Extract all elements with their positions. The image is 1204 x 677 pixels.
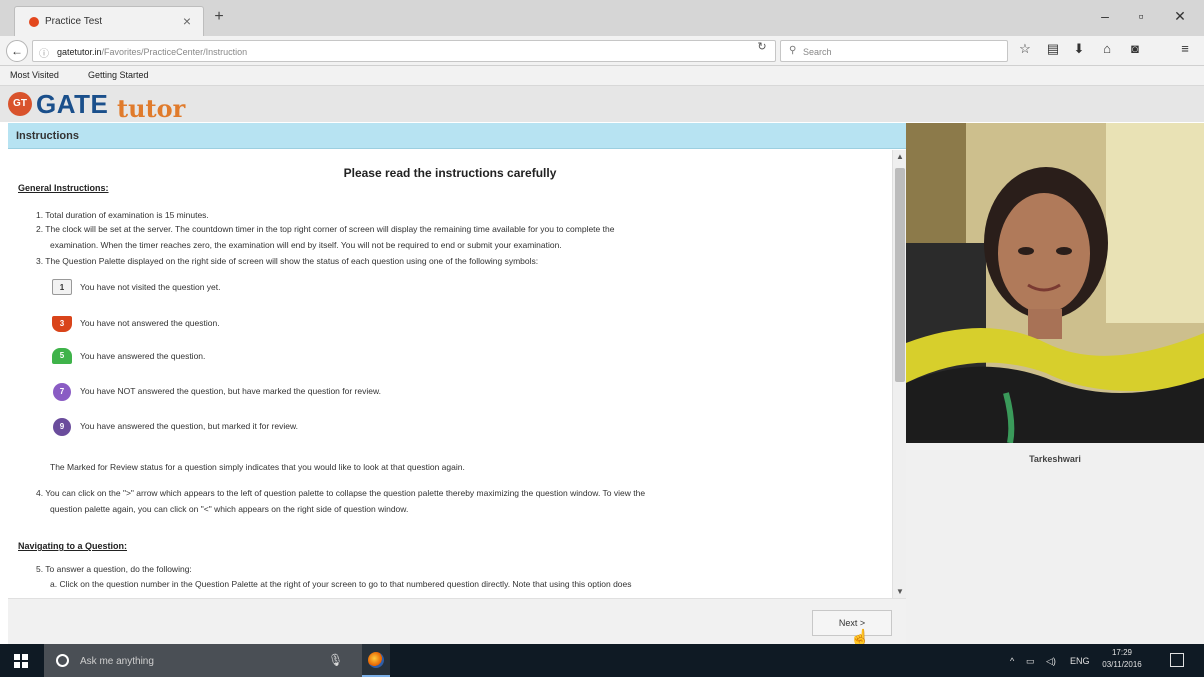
site-header: GT GATE tutor — [0, 86, 1204, 123]
pocket-icon[interactable]: ◙ — [1126, 41, 1144, 56]
marked-not-answered-text: You have NOT answered the question, but … — [80, 386, 381, 396]
scrollbar-thumb[interactable] — [895, 168, 905, 382]
notification-icon[interactable] — [1170, 653, 1184, 667]
back-button[interactable]: ← — [6, 40, 28, 62]
tab-favicon-icon — [29, 17, 39, 27]
maximize-button[interactable]: ▫ — [1131, 8, 1151, 24]
volume-icon[interactable]: ◁) — [1046, 656, 1056, 667]
library-icon[interactable]: ▤ — [1044, 41, 1062, 57]
not-visited-text: You have not visited the question yet. — [80, 282, 221, 292]
instructions-content: Please read the instructions carefully G… — [8, 150, 892, 598]
answered-marked-text: You have answered the question, but mark… — [80, 421, 298, 431]
not-visited-symbol: 1 — [52, 279, 72, 295]
instruction-5: 5. To answer a question, do the followin… — [36, 564, 192, 574]
navigating-title: Navigating to a Question: — [18, 541, 128, 551]
new-tab-button[interactable]: + — [210, 8, 228, 26]
logo-gate: GATE — [36, 89, 109, 119]
bookmark-star-icon[interactable]: ☆ — [1016, 41, 1034, 57]
close-window-button[interactable]: ✕ — [1170, 8, 1190, 25]
instruction-4a: 4. You can click on the ">" arrow which … — [36, 488, 646, 498]
instruction-2a: 2. The clock will be set at the server. … — [36, 224, 615, 234]
clock-time: 17:29 — [1111, 648, 1133, 657]
microphone-icon[interactable]: 🎙 — [328, 653, 343, 667]
menu-icon[interactable]: ≡ — [1176, 41, 1194, 56]
instruction-3: 3. The Question Palette displayed on the… — [36, 256, 539, 266]
windows-start-icon[interactable] — [14, 654, 28, 670]
instruction-2b: examination. When the timer reaches zero… — [50, 240, 562, 250]
candidate-photo — [906, 123, 1204, 443]
answered-text: You have answered the question. — [80, 351, 206, 361]
url-text: gatetutor.in/Favorites/PracticeCenter/In… — [57, 47, 248, 57]
marked-not-answered-symbol: 7 — [53, 383, 71, 401]
scroll-up-icon[interactable]: ▲ — [896, 152, 904, 161]
network-icon[interactable]: ▭ — [1026, 656, 1035, 667]
firefox-taskbar-button[interactable] — [362, 644, 390, 677]
search-input[interactable]: ⚲ Search — [780, 40, 1008, 62]
not-answered-text: You have not answered the question. — [80, 318, 220, 328]
language-indicator[interactable]: ENG — [1070, 656, 1090, 666]
bookmark-most-visited[interactable]: Most Visited — [10, 70, 59, 80]
clock-date: 03/11/2016 — [1102, 660, 1142, 669]
tab-practice-test[interactable]: Practice Test × — [14, 6, 204, 36]
minimize-button[interactable]: – — [1095, 8, 1115, 24]
cortana-placeholder: Ask me anything — [80, 656, 154, 667]
system-clock[interactable]: 17:29 03/11/2016 — [1102, 647, 1142, 671]
logo-badge: GT — [8, 92, 32, 116]
firefox-icon — [368, 652, 384, 668]
instructions-title: Instructions — [16, 130, 79, 142]
windows-taskbar: Ask me anything 🎙 ^ ▭ ◁) ENG 17:29 03/11… — [0, 644, 1204, 677]
candidate-name: Tarkeshwari — [1029, 454, 1081, 464]
instruction-1: 1. Total duration of examination is 15 m… — [36, 210, 209, 220]
show-hidden-icons[interactable]: ^ — [1010, 656, 1014, 666]
home-icon[interactable]: ⌂ — [1098, 41, 1116, 56]
url-bar[interactable]: ⓘ gatetutor.in/Favorites/PracticeCenter/… — [32, 40, 776, 62]
logo-tutor: tutor — [117, 94, 186, 123]
info-icon[interactable]: ⓘ — [39, 45, 49, 60]
download-icon[interactable]: ⬇ — [1070, 41, 1088, 57]
instructions-header: Instructions — [8, 123, 906, 149]
general-instructions-title: General Instructions: — [18, 183, 109, 193]
tab-title: Practice Test — [45, 16, 103, 27]
not-answered-symbol: 3 — [52, 316, 72, 332]
search-placeholder: Search — [803, 47, 832, 57]
search-icon: ⚲ — [789, 45, 797, 56]
tab-close-icon[interactable]: × — [183, 13, 191, 29]
footer-bar — [8, 598, 906, 644]
answered-marked-symbol: 9 — [53, 418, 71, 436]
scroll-down-icon[interactable]: ▼ — [896, 587, 904, 596]
page-heading: Please read the instructions carefully — [343, 166, 557, 180]
bookmarks-bar: Most Visited Getting Started — [0, 66, 1204, 86]
bookmark-getting-started[interactable]: Getting Started — [88, 70, 149, 80]
browser-nav-bar: ← ⓘ gatetutor.in/Favorites/PracticeCente… — [0, 36, 1204, 66]
browser-tab-bar: Practice Test × + – ▫ ✕ — [0, 0, 1204, 36]
cortana-search-box[interactable]: Ask me anything 🎙 — [44, 644, 362, 677]
cortana-icon — [56, 654, 69, 667]
instruction-4b: question palette again, you can click on… — [50, 504, 409, 514]
reload-icon[interactable]: ↻ — [755, 40, 769, 53]
content-scrollbar[interactable]: ▲ ▼ — [892, 150, 906, 598]
instruction-5a: a. Click on the question number in the Q… — [50, 579, 632, 589]
marked-review-note: The Marked for Review status for a quest… — [50, 462, 465, 472]
answered-symbol: 5 — [52, 348, 72, 364]
